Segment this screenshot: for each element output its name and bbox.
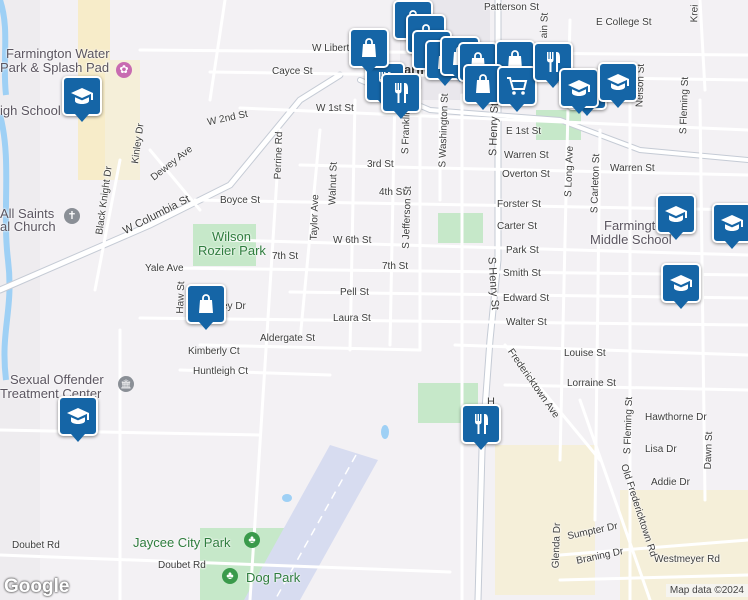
place-label-wilson-rozier[interactable]: Wilson bbox=[212, 229, 251, 244]
shopping-bag-icon bbox=[194, 292, 218, 316]
street-label-yale: Yale Ave bbox=[145, 263, 184, 274]
street-label-w-6th: W 6th St bbox=[333, 235, 372, 246]
restaurant-icon bbox=[469, 412, 493, 436]
dog-park-icon[interactable]: ♣ bbox=[222, 568, 238, 584]
graduation-cap-icon bbox=[66, 404, 90, 428]
shopping-bag-icon bbox=[471, 72, 495, 96]
street-label-pell: Pell St bbox=[340, 287, 369, 298]
map-marker-shopping-cart[interactable] bbox=[497, 66, 537, 112]
place-label-dog-park[interactable]: Dog Park bbox=[246, 570, 300, 585]
street-label-walter: Walter St bbox=[506, 317, 547, 328]
street-label-edward: Edward St bbox=[503, 293, 550, 304]
street-label-4th: 4th St bbox=[379, 187, 406, 198]
place-label-farmington-ms-2[interactable]: Middle School bbox=[590, 232, 672, 247]
place-label-water-park[interactable]: Farmington Water bbox=[6, 46, 110, 61]
place-label-jaycee[interactable]: Jaycee City Park bbox=[133, 535, 231, 550]
street-label-s-henry: S Henry St bbox=[487, 102, 502, 157]
street-label-s-carleton: S Carleton St bbox=[589, 153, 603, 214]
street-label-warren-east: Warren St bbox=[610, 163, 655, 174]
place-label-all-saints-2[interactable]: al Church bbox=[0, 219, 56, 234]
street-label-e-college: E College St bbox=[596, 17, 652, 28]
street-label-overton: Overton St bbox=[502, 169, 550, 180]
graduation-cap-icon bbox=[70, 84, 94, 108]
street-label-7th-west: 7th St bbox=[272, 251, 299, 262]
street-label-s-fleming-south: S Fleming St bbox=[622, 396, 636, 455]
street-label-dawn: Dawn St bbox=[702, 431, 716, 470]
street-label-forster: Forster St bbox=[497, 199, 541, 210]
street-label-taylor: Taylor Ave bbox=[308, 194, 322, 241]
street-label-addie: Addie Dr bbox=[651, 477, 690, 488]
street-label-patterson: Patterson St bbox=[484, 2, 540, 13]
street-label-lorraine: Lorraine St bbox=[567, 378, 616, 389]
map-marker-graduation-cap[interactable] bbox=[62, 76, 102, 122]
street-label-doubet-west: Doubet Rd bbox=[12, 540, 60, 551]
street-label-krei: Krei bbox=[689, 4, 701, 23]
street-label-kimberly: Kimberly Ct bbox=[188, 346, 240, 357]
map-canvas[interactable]: W Liberty St Cayce St W 1st St W 2nd St … bbox=[0, 0, 748, 600]
map-marker-shopping-bag[interactable] bbox=[186, 284, 226, 330]
street-label-e-1st: E 1st St bbox=[506, 126, 542, 137]
street-label-doubet: Doubet Rd bbox=[158, 560, 206, 571]
street-label-lisa: Lisa Dr bbox=[645, 444, 677, 455]
park-poi-icon[interactable]: ✿ bbox=[116, 62, 132, 78]
graduation-cap-icon bbox=[664, 202, 688, 226]
map-marker-graduation-cap[interactable] bbox=[712, 203, 748, 249]
map-marker-restaurant[interactable] bbox=[381, 73, 421, 119]
place-label-water-park-2[interactable]: Park & Splash Pad bbox=[0, 60, 109, 75]
map-marker-graduation-cap[interactable] bbox=[598, 62, 638, 108]
map-marker-shopping-bag[interactable] bbox=[349, 28, 389, 74]
tree-icon[interactable]: ♣ bbox=[244, 532, 260, 548]
map-marker-graduation-cap[interactable] bbox=[656, 194, 696, 240]
map-marker-graduation-cap[interactable] bbox=[58, 396, 98, 442]
map-marker-graduation-cap[interactable] bbox=[559, 68, 599, 114]
street-label-huntleigh: Huntleigh Ct bbox=[193, 366, 249, 377]
street-label-boyce: Boyce St bbox=[220, 195, 261, 206]
street-label-aldergate: Aldergate St bbox=[260, 333, 316, 344]
street-label-perrine: Perrine Rd bbox=[272, 131, 286, 180]
street-label-w-1st: W 1st St bbox=[316, 103, 354, 114]
shopping-bag-icon bbox=[357, 36, 381, 60]
street-label-westmeyer: Westmeyer Rd bbox=[654, 554, 720, 565]
graduation-cap-icon bbox=[606, 70, 630, 94]
government-building-icon[interactable]: 🏛 bbox=[118, 376, 134, 392]
graduation-cap-icon bbox=[669, 271, 693, 295]
street-label-main: ain St bbox=[538, 12, 551, 39]
church-icon[interactable]: ✝ bbox=[64, 208, 80, 224]
street-label-louise: Louise St bbox=[564, 348, 606, 359]
map-attribution[interactable]: Map data ©2024 bbox=[665, 584, 748, 597]
street-label-cayce: Cayce St bbox=[272, 66, 313, 77]
street-label-3rd: 3rd St bbox=[367, 159, 394, 170]
street-label-s-long: S Long Ave bbox=[563, 145, 576, 198]
street-label-park: Park St bbox=[506, 245, 539, 256]
graduation-cap-icon bbox=[720, 211, 744, 235]
place-label-high-school[interactable]: igh School bbox=[0, 103, 61, 118]
graduation-cap-icon bbox=[567, 76, 591, 100]
street-label-s-fleming: S Fleming St bbox=[678, 76, 692, 135]
street-label-warren: Warren St bbox=[504, 150, 549, 161]
street-label-s-jefferson: S Jefferson St bbox=[400, 186, 414, 249]
street-label-smith: Smith St bbox=[503, 268, 541, 279]
street-label-glenda: Glenda Dr bbox=[550, 522, 564, 569]
street-label-carter: Carter St bbox=[497, 221, 538, 232]
street-label-7th: 7th St bbox=[382, 261, 409, 272]
street-label-laura: Laura St bbox=[333, 313, 371, 324]
restaurant-icon bbox=[389, 81, 413, 105]
place-label-wilson-rozier-2[interactable]: Rozier Park bbox=[198, 243, 266, 258]
google-logo[interactable]: Google bbox=[4, 576, 69, 598]
map-marker-graduation-cap[interactable] bbox=[661, 263, 701, 309]
shopping-cart-icon bbox=[505, 74, 529, 98]
street-label-walnut: Walnut St bbox=[327, 161, 340, 206]
place-label-sexual-offender[interactable]: Sexual Offender bbox=[10, 372, 104, 387]
street-label-hawthorne: Hawthorne Dr bbox=[645, 412, 707, 423]
map-marker-restaurant[interactable] bbox=[461, 404, 501, 450]
street-label-s-henry-south: S Henry St bbox=[485, 256, 501, 311]
